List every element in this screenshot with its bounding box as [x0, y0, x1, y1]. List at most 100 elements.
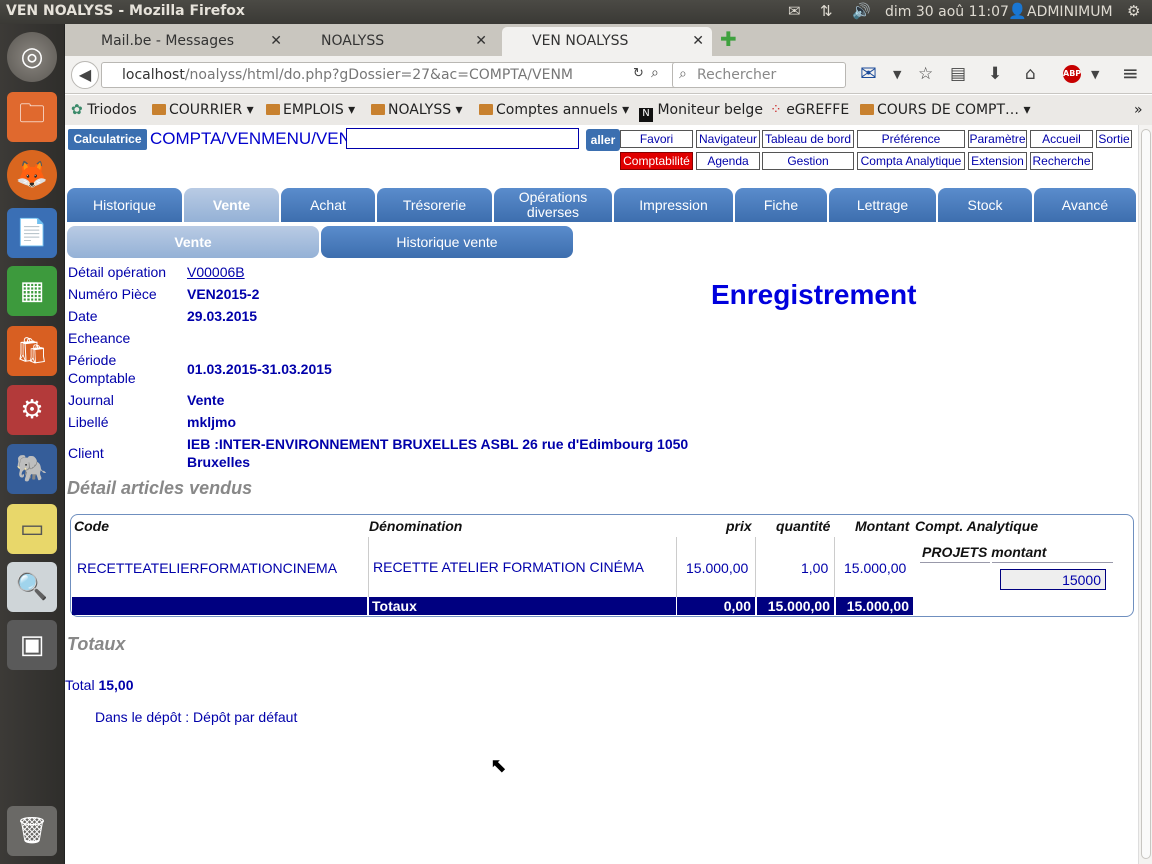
- notes-icon[interactable]: ▭: [7, 504, 57, 554]
- bookmark-moniteur-belge[interactable]: N Moniteur belge: [639, 102, 763, 122]
- adblock-icon[interactable]: ABP: [1063, 65, 1081, 83]
- new-tab-icon[interactable]: ✚: [720, 27, 737, 51]
- extension-button[interactable]: Extension: [968, 152, 1027, 170]
- detail-operation-label: Détail opération: [68, 264, 167, 280]
- close-icon[interactable]: ✕: [692, 33, 704, 49]
- close-icon[interactable]: ✕: [270, 33, 282, 49]
- totals-quantite: 15.000,00: [757, 597, 834, 615]
- browser-tab-bar: Mail.be - Messages ✕ NOALYSS ✕ VEN NOALY…: [65, 24, 1152, 56]
- pgadmin-icon[interactable]: 🐘: [7, 444, 57, 494]
- reload-icon[interactable]: ↻: [633, 66, 644, 81]
- gear-icon[interactable]: ⚙: [1127, 2, 1140, 20]
- subtab-historique-vente[interactable]: Historique vente: [321, 226, 573, 258]
- bookmark-emplois[interactable]: EMPLOIS ▾: [266, 102, 355, 118]
- periode-label-line1: Période: [68, 352, 117, 368]
- user-name[interactable]: ADMINIMUM: [1027, 4, 1113, 20]
- menu-code-input[interactable]: [346, 128, 579, 149]
- tab-noalyss[interactable]: NOALYSS ✕: [297, 27, 495, 56]
- clock[interactable]: dim 30 aoû 11:07: [885, 4, 1009, 20]
- analytique-amount-input[interactable]: 15000: [1000, 569, 1106, 590]
- menu-icon[interactable]: ≡: [1122, 61, 1139, 85]
- tableau-de-bord-button[interactable]: Tableau de bord: [762, 130, 854, 148]
- favori-button[interactable]: Favori: [620, 130, 693, 148]
- download-icon[interactable]: ⬇: [988, 64, 1002, 84]
- articles-heading: Détail articles vendus: [67, 478, 253, 498]
- workspace-switcher-icon[interactable]: ▣: [7, 620, 57, 670]
- browser-nav-bar: ◀ localhost/noalyss/html/do.php?gDossier…: [65, 56, 1152, 94]
- col-prix: prix: [726, 518, 752, 534]
- software-center-icon[interactable]: 🛍: [7, 326, 57, 376]
- page-scrollbar[interactable]: [1138, 125, 1152, 864]
- tab-impression[interactable]: Impression: [614, 188, 733, 222]
- page-title: Enregistrement: [711, 279, 917, 310]
- subtab-vente[interactable]: Vente: [67, 226, 319, 258]
- trash-icon[interactable]: 🗑: [7, 806, 57, 856]
- adblock-dropdown-icon[interactable]: ▼: [1091, 68, 1099, 81]
- row-quantite: 1,00: [801, 560, 829, 576]
- tab-label: NOALYSS: [321, 33, 385, 49]
- agenda-button[interactable]: Agenda: [696, 152, 760, 170]
- settings-icon[interactable]: ⚙: [7, 385, 57, 435]
- parametre-button[interactable]: Paramètre: [968, 130, 1027, 148]
- network-icon[interactable]: ⇅: [820, 2, 833, 20]
- row-prix: 15.000,00: [686, 560, 749, 576]
- bookmarks-bar: ✿ Triodos COURRIER ▾ EMPLOIS ▾ NOALYSS ▾…: [65, 95, 1152, 125]
- tab-fiche[interactable]: Fiche: [735, 188, 827, 222]
- bookmark-courrier[interactable]: COURRIER ▾: [152, 102, 254, 118]
- calculatrice-button[interactable]: Calculatrice: [68, 129, 147, 150]
- bookmark-comptes-annuels[interactable]: Comptes annuels ▾: [479, 102, 629, 118]
- tab-ven-noalyss[interactable]: VEN NOALYSS ✕: [502, 27, 712, 56]
- tab-lettrage[interactable]: Lettrage: [829, 188, 936, 222]
- search-go-icon[interactable]: ⌕: [651, 65, 659, 81]
- tab-achat[interactable]: Achat: [281, 188, 375, 222]
- files-icon[interactable]: 🗀: [7, 92, 57, 142]
- aller-button[interactable]: aller: [586, 129, 620, 151]
- firefox-icon[interactable]: 🦊: [7, 150, 57, 200]
- echeance-label: Echeance: [68, 330, 131, 346]
- home-icon[interactable]: ⌂: [1025, 64, 1036, 84]
- writer-icon[interactable]: 📄: [7, 208, 57, 258]
- preference-button[interactable]: Préférence: [857, 130, 965, 148]
- mail-dropdown-icon[interactable]: ▼: [893, 68, 901, 81]
- bookmark-egreffe[interactable]: ⁘ eGREFFE: [770, 102, 849, 118]
- tab-historique[interactable]: Historique: [67, 188, 182, 222]
- bookmark-star-icon[interactable]: ☆: [918, 64, 933, 84]
- reading-list-icon[interactable]: ▤: [950, 64, 966, 84]
- web-page: Calculatrice COMPTA/VENMENU/VEN aller Fa…: [65, 125, 1138, 864]
- row-montant: 15.000,00: [844, 560, 907, 576]
- recherche-button[interactable]: Recherche: [1030, 152, 1093, 170]
- comptabilite-button[interactable]: Comptabilité: [620, 152, 693, 170]
- mail-icon[interactable]: ✉: [860, 61, 877, 85]
- bookmark-noalyss[interactable]: NOALYSS ▾: [371, 102, 463, 118]
- gestion-button[interactable]: Gestion: [762, 152, 854, 170]
- totals-bar-blank: [72, 597, 367, 615]
- back-icon[interactable]: ◀: [71, 61, 99, 89]
- operation-link[interactable]: V00006B: [187, 264, 245, 280]
- numero-piece-value: VEN2015-2: [187, 286, 260, 302]
- mail-indicator-icon[interactable]: ✉: [788, 2, 801, 20]
- image-viewer-icon[interactable]: 🔍: [7, 562, 57, 612]
- tab-vente[interactable]: Vente: [184, 188, 279, 222]
- search-input[interactable]: ⌕ Rechercher: [672, 62, 846, 88]
- volume-icon[interactable]: 🔊: [852, 2, 871, 20]
- calc-icon[interactable]: ▦: [7, 266, 57, 316]
- ubuntu-dash-icon[interactable]: ◎: [7, 32, 57, 82]
- tab-mail[interactable]: Mail.be - Messages ✕: [83, 27, 290, 56]
- bookmark-cours-de-compt[interactable]: COURS DE COMPT… ▾: [860, 102, 1031, 118]
- close-icon[interactable]: ✕: [475, 33, 487, 49]
- compta-analytique-button[interactable]: Compta Analytique: [857, 152, 965, 170]
- bookmark-triodos[interactable]: ✿ Triodos: [71, 102, 137, 118]
- accueil-button[interactable]: Accueil: [1030, 130, 1093, 148]
- navigateur-button[interactable]: Navigateur: [696, 130, 760, 148]
- tab-operations-diverses[interactable]: Opérations diverses: [494, 188, 612, 222]
- sortie-button[interactable]: Sortie: [1096, 130, 1132, 148]
- bookmarks-overflow-icon[interactable]: »: [1134, 102, 1143, 118]
- tab-tresorerie[interactable]: Trésorerie: [377, 188, 492, 222]
- menu-path: COMPTA/VENMENU/VEN: [150, 129, 351, 148]
- url-bar[interactable]: localhost/noalyss/html/do.php?gDossier=2…: [101, 62, 679, 88]
- client-value-line1: IEB :INTER-ENVIRONNEMENT BRUXELLES ASBL …: [187, 436, 689, 452]
- total-line: Total 15,00: [65, 677, 134, 693]
- tab-avance[interactable]: Avancé: [1034, 188, 1136, 222]
- scrollbar-thumb[interactable]: [1141, 129, 1151, 859]
- tab-stock[interactable]: Stock: [938, 188, 1032, 222]
